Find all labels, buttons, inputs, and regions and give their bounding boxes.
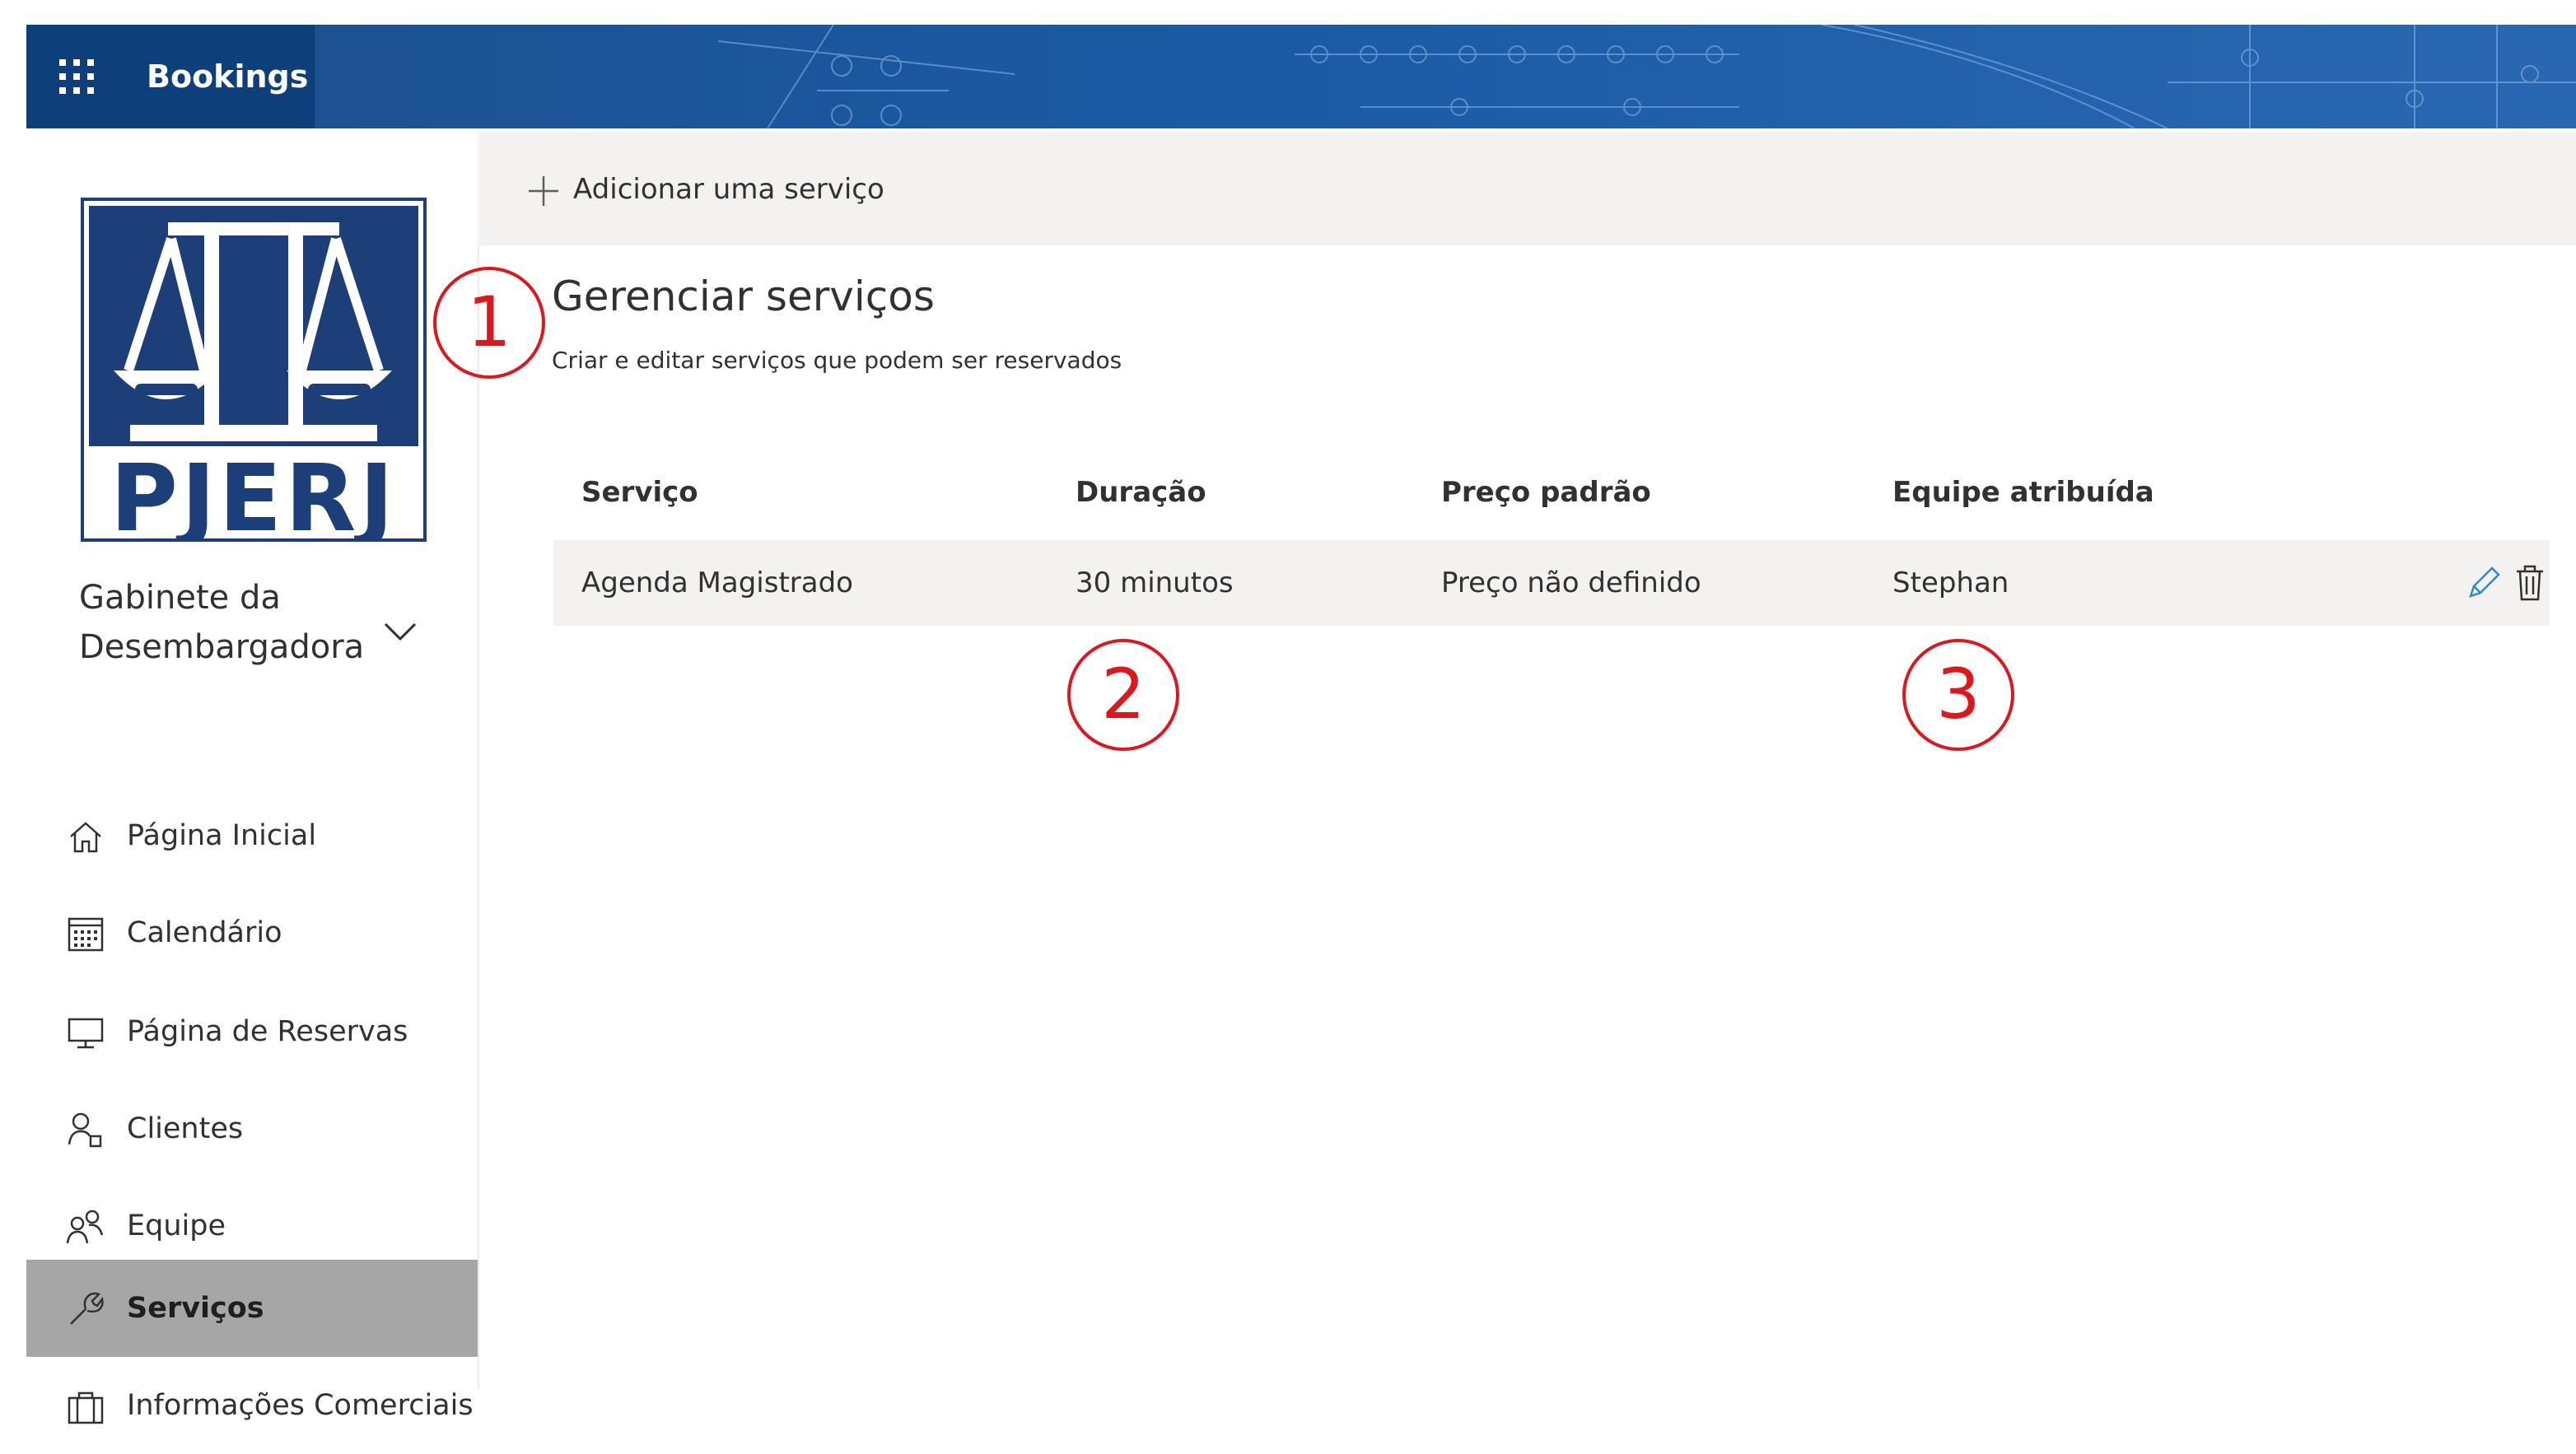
command-bar: Adicionar uma serviço [478,132,2576,245]
monitor-icon [68,1018,104,1049]
page-title: Gerenciar serviços [552,273,935,320]
edit-icon[interactable] [2466,563,2502,603]
sidebar-item-label: Equipe [127,1209,226,1242]
app-header: Bookings [26,25,2576,128]
table-header: Serviço Duração Preço padrão Equipe atri… [553,461,2550,527]
service-duration: 30 minutos [1076,566,1234,599]
sidebar-item-label: Clientes [127,1112,244,1145]
home-icon [70,822,101,853]
blueprint-banner [26,25,2576,128]
delete-icon[interactable] [2513,563,2546,603]
app-name[interactable]: Bookings [147,54,308,99]
sidebar-item-label: Página Inicial [127,819,317,852]
people-icon [66,1209,104,1244]
chevron-down-icon[interactable] [382,619,418,644]
sidebar-item-label: Informações Comerciais [127,1389,474,1422]
column-header-duration[interactable]: Duração [1076,473,1206,512]
wrench-icon [70,1292,104,1325]
plus-icon [529,176,558,206]
logo-text: PJERJ [110,445,397,542]
service-price: Preço não definido [1441,566,1701,599]
briefcase-icon [68,1391,104,1424]
sidebar-item-label: Página de Reservas [127,1015,408,1048]
calendar-icon [68,917,104,952]
column-header-price[interactable]: Preço padrão [1441,473,1651,512]
annotation-marker-1: 1 [433,267,545,379]
sidebar-item-services[interactable]: Serviços [26,1260,478,1357]
sidebar-item-booking-page[interactable]: Página de Reservas [26,983,478,1080]
page-subtitle: Criar e editar serviços que podem ser re… [552,347,1122,374]
table-row[interactable]: Agenda Magistrado 30 minutos Preço não d… [553,540,2550,626]
sidebar-item-calendar[interactable]: Calendário [26,884,478,981]
customer-icon [68,1112,102,1148]
waffle-icon[interactable] [58,58,96,96]
sidebar-item-home[interactable]: Página Inicial [26,787,478,884]
business-logo: PJERJ [81,198,427,542]
sidebar-item-business-info[interactable]: Informações Comerciais [26,1357,478,1454]
annotation-marker-3: 3 [1902,639,2014,751]
sidebar-item-label: Serviços [127,1292,264,1325]
sidebar-item-customers[interactable]: Clientes [26,1080,478,1177]
column-header-staff[interactable]: Equipe atribuída [1892,473,2154,512]
sidebar: PJERJ Gabinete da Desembargadora Página … [26,132,479,1424]
service-staff: Stephan [1892,566,2009,599]
service-name: Agenda Magistrado [581,566,853,599]
sidebar-item-label: Calendário [127,916,282,949]
annotation-marker-2: 2 [1067,639,1179,751]
column-header-service[interactable]: Serviço [581,473,698,512]
add-service-label: Adicionar uma serviço [573,173,884,206]
